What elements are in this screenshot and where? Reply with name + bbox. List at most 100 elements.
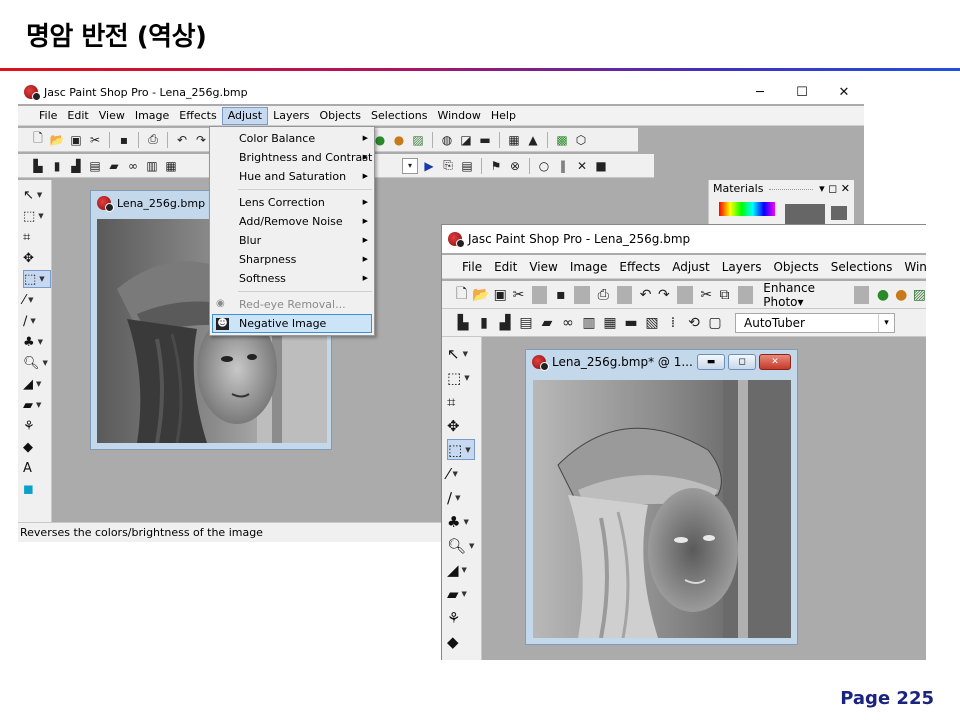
menu-image[interactable]: Image <box>564 258 614 276</box>
menu-item-sharpness[interactable]: Sharpness ▶ <box>210 250 374 269</box>
menu-item-add-remove-noise[interactable]: Add/Remove Noise ▶ <box>210 212 374 231</box>
background-swatch[interactable] <box>831 206 847 220</box>
crop-tool-icon[interactable]: ⌗ <box>447 391 475 412</box>
grid-icon[interactable]: ▦ <box>163 158 179 174</box>
grid-icon[interactable]: ▦ <box>601 314 619 332</box>
selection-tool-icon[interactable]: ⬚ ▼ <box>447 439 475 460</box>
picture-icon[interactable]: ▩ <box>554 132 570 148</box>
retouch-tool-icon[interactable]: ◢ ▼ <box>23 375 51 393</box>
browser-icon[interactable]: ▰ <box>538 314 556 332</box>
photo-icon[interactable]: ▨ <box>912 286 926 304</box>
window-titlebar[interactable]: Jasc Paint Shop Pro - Lena_256g.bmp ─ ☐ … <box>18 80 864 104</box>
picture-tube-tool-icon[interactable]: ⚘ <box>23 417 51 435</box>
clone-tool-icon[interactable]: ♣ ▼ <box>447 511 475 532</box>
deform-tool-icon[interactable]: ⬚ ▼ <box>23 207 51 225</box>
binoculars-icon[interactable]: ∞ <box>559 314 577 332</box>
histogram-icon[interactable]: ▬ <box>622 314 640 332</box>
menu-objects[interactable]: Objects <box>314 107 366 125</box>
flag-icon[interactable]: ⚑ <box>488 158 504 174</box>
triangle-icon[interactable]: ▲ <box>525 132 541 148</box>
maximize-button[interactable]: ☐ <box>782 80 822 104</box>
stop-icon[interactable]: ■ <box>593 158 609 174</box>
redo-icon[interactable]: ↷ <box>193 132 209 148</box>
effect-orange-icon[interactable]: ● <box>391 132 407 148</box>
autotuber-select[interactable]: AutoTuber ▾ <box>735 312 895 333</box>
cancel-icon[interactable]: ✕ <box>574 158 590 174</box>
effect-green-icon[interactable]: ● <box>875 286 890 304</box>
color-spectrum[interactable] <box>719 202 775 216</box>
maximize-button[interactable]: ◻ <box>728 354 756 370</box>
dropper-tool-icon[interactable]: ⁄ ▼ <box>23 291 51 309</box>
menu-item-brightness-contrast[interactable]: Brightness and Contrast ▶ <box>210 148 374 167</box>
overview-icon[interactable]: ▟ <box>496 314 514 332</box>
menu-adjust[interactable]: Adjust <box>666 258 716 276</box>
close-button[interactable]: ✕ <box>824 80 864 104</box>
zoom-tool-icon[interactable]: 🔍︎ ▼ <box>447 535 475 556</box>
cut-icon[interactable]: ✂ <box>699 286 714 304</box>
binoculars-icon[interactable]: ∞ <box>125 158 141 174</box>
retouch-tool-icon[interactable]: ◢ ▼ <box>447 559 475 580</box>
deform-tool-icon[interactable]: ⬚ ▼ <box>447 367 475 388</box>
new-icon[interactable]: 🗋 <box>454 286 469 304</box>
menu-layers[interactable]: Layers <box>268 107 314 125</box>
move-tool-icon[interactable]: ✥ <box>23 249 51 267</box>
menu-edit[interactable]: Edit <box>62 107 93 125</box>
effect-orange-icon[interactable]: ● <box>894 286 909 304</box>
contrast-icon[interactable]: ◪ <box>458 132 474 148</box>
zoom-tool-icon[interactable]: 🔍︎ ▼ <box>23 354 51 372</box>
layers-icon[interactable]: ▙ <box>30 158 46 174</box>
menu-item-negative-image[interactable]: ☻ Negative Image <box>212 314 372 333</box>
record-icon[interactable]: ○ <box>536 158 552 174</box>
trash-icon[interactable]: ▮ <box>475 314 493 332</box>
print-icon[interactable]: ⎙ <box>145 132 161 148</box>
mixer-icon[interactable]: ▧ <box>643 314 661 332</box>
menu-file[interactable]: File <box>34 107 62 125</box>
menu-window[interactable]: Window <box>898 258 926 276</box>
materials-controls[interactable]: ▾ ◻ ✕ <box>819 180 854 198</box>
open-icon[interactable]: 📂 <box>49 132 65 148</box>
eraser-tool-icon[interactable]: ▰ ▼ <box>447 583 475 604</box>
menu-help[interactable]: Help <box>486 107 521 125</box>
menu-item-color-balance[interactable]: Color Balance ▶ <box>210 129 374 148</box>
menu-item-softness[interactable]: Softness ▶ <box>210 269 374 288</box>
menu-layers[interactable]: Layers <box>716 258 768 276</box>
browse-icon[interactable]: ▣ <box>68 132 84 148</box>
script-icon[interactable]: ▥ <box>144 158 160 174</box>
picture-tube-tool-icon[interactable]: ⚘ <box>447 607 475 628</box>
pointer-tool-icon[interactable]: ↖ ▼ <box>23 186 51 204</box>
browse-icon[interactable]: ▣ <box>493 286 508 304</box>
move-tool-icon[interactable]: ✥ <box>447 415 475 436</box>
copy-icon[interactable]: ⧉ <box>717 286 732 304</box>
menu-item-hue-saturation[interactable]: Hue and Saturation ▶ <box>210 167 374 186</box>
menu-file[interactable]: File <box>456 258 488 276</box>
undo-icon[interactable]: ↶ <box>174 132 190 148</box>
new-icon[interactable]: 🗋 <box>30 131 46 148</box>
scan-icon[interactable]: ✂ <box>87 132 103 148</box>
cube-icon[interactable]: ⬡ <box>573 132 589 148</box>
dropdown-icon[interactable]: ▾ <box>402 157 418 174</box>
close-button[interactable]: ✕ <box>759 354 791 370</box>
shape-icon[interactable]: ◍ <box>439 132 455 148</box>
play-icon[interactable]: ▶ <box>421 158 437 174</box>
photo-icon[interactable]: ▨ <box>410 132 426 148</box>
menu-item-blur[interactable]: Blur ▶ <box>210 231 374 250</box>
browser-icon[interactable]: ▰ <box>106 158 122 174</box>
menu-effects[interactable]: Effects <box>613 258 666 276</box>
fill-tool-icon[interactable]: ◆ <box>447 631 475 652</box>
redo-icon[interactable]: ↷ <box>656 286 671 304</box>
menu-adjust[interactable]: Adjust <box>221 106 269 125</box>
image-window-titlebar[interactable]: Lena_256g.bmp* @ 1... ▬ ◻ ✕ <box>526 350 797 374</box>
pointer-tool-icon[interactable]: ↖ ▼ <box>447 343 475 364</box>
layers-icon[interactable]: ▙ <box>454 314 472 332</box>
histogram-icon[interactable]: ▦ <box>506 132 522 148</box>
menu-view[interactable]: View <box>523 258 563 276</box>
save-icon[interactable]: ▪ <box>116 132 132 148</box>
tool-options-icon[interactable]: ▤ <box>87 158 103 174</box>
selection-tool-icon[interactable]: ⬚ ▼ <box>23 270 51 288</box>
dots-icon[interactable]: ⁞ <box>664 314 682 332</box>
image-window-negative[interactable]: Lena_256g.bmp* @ 1... ▬ ◻ ✕ <box>525 349 798 645</box>
fill-tool-icon[interactable]: ◆ <box>23 438 51 456</box>
menu-objects[interactable]: Objects <box>767 258 824 276</box>
pause-icon[interactable]: ‖ <box>555 158 571 174</box>
text-tool-icon[interactable]: A <box>23 459 51 477</box>
